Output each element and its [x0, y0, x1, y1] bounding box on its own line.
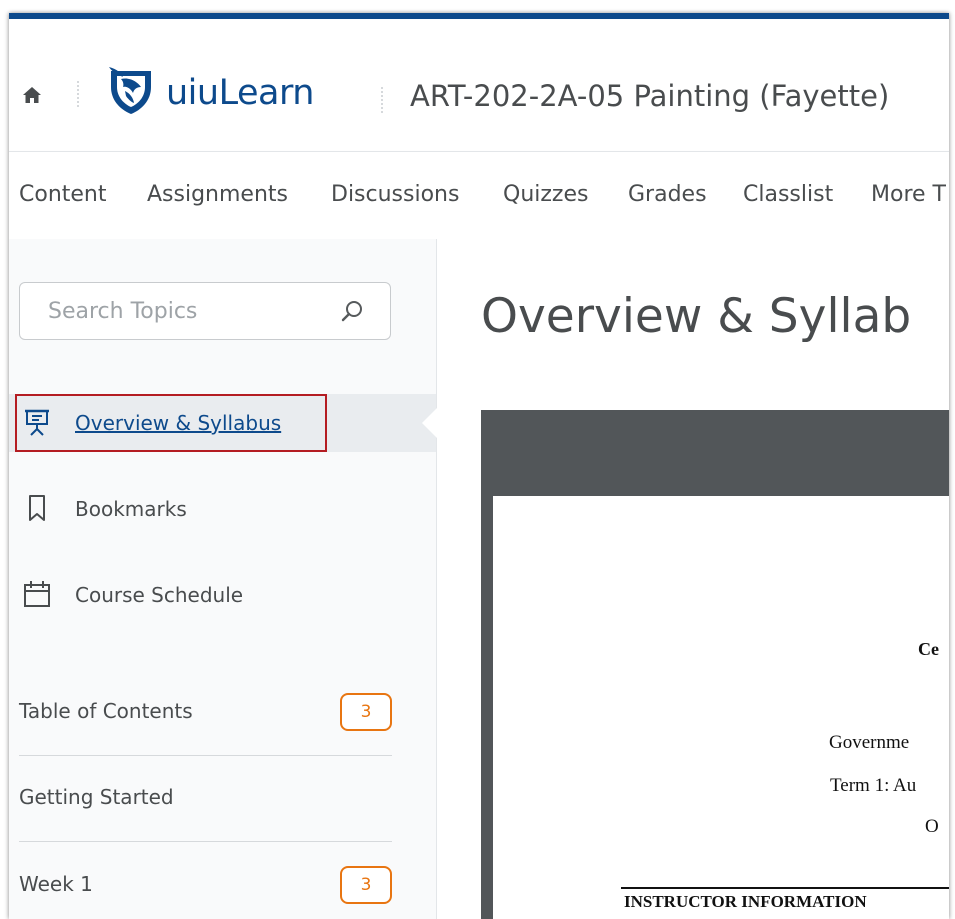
sidebar-item-label: Course Schedule [75, 583, 244, 607]
logo-text[interactable]: uiuLearn [166, 73, 314, 113]
module-getting-started[interactable]: Getting Started [19, 755, 392, 842]
doc-text-line: Governme [829, 732, 910, 753]
course-navbar: Content Assignments Discussions Quizzes … [9, 151, 949, 240]
module-label: Week 1 [19, 872, 93, 896]
doc-text-line: Ce [918, 639, 939, 659]
nav-grades[interactable]: Grades [628, 182, 707, 207]
header: uiuLearn ART-202-2A-05 Painting (Fayette… [9, 19, 949, 151]
doc-text-line: O [925, 816, 939, 837]
sidebar-item-bookmarks[interactable]: Bookmarks [9, 480, 436, 538]
page-title: Overview & Syllab [481, 289, 912, 344]
presentation-icon [25, 409, 49, 436]
calendar-icon [24, 581, 50, 607]
home-icon[interactable] [22, 85, 42, 105]
course-title[interactable]: ART-202-2A-05 Painting (Fayette) [410, 79, 889, 113]
doc-text-line: Term 1: Au [830, 775, 917, 796]
header-divider [381, 87, 384, 113]
search-placeholder: Search Topics [48, 299, 198, 324]
sidebar-item-overview-syllabus[interactable]: Overview & Syllabus [9, 394, 437, 452]
bookmark-icon [29, 495, 45, 521]
main-content: Overview & Syllab Ce Governme Term 1: Au… [437, 239, 949, 919]
sidebar-item-label: Overview & Syllabus [75, 411, 282, 435]
module-label: Getting Started [19, 785, 174, 809]
nav-classlist[interactable]: Classlist [743, 182, 833, 207]
sidebar-item-label: Bookmarks [75, 497, 187, 521]
doc-section-heading: INSTRUCTOR INFORMATION [624, 892, 867, 911]
nav-quizzes[interactable]: Quizzes [503, 182, 588, 207]
shield-logo-icon[interactable] [107, 65, 155, 115]
count-badge: 3 [340, 693, 392, 731]
header-divider [77, 81, 80, 107]
nav-more-tools[interactable]: More T [871, 182, 946, 207]
content-sidebar: Search Topics Overview & Syllabus Bookma… [9, 239, 437, 919]
search-input[interactable]: Search Topics [19, 282, 391, 340]
active-indicator [422, 408, 437, 438]
nav-discussions[interactable]: Discussions [331, 182, 459, 207]
module-table-of-contents[interactable]: Table of Contents 3 [19, 669, 392, 756]
count-badge: 3 [340, 866, 392, 904]
nav-assignments[interactable]: Assignments [147, 182, 288, 207]
document-viewer[interactable]: Ce Governme Term 1: Au O INSTRUCTOR INFO… [481, 410, 949, 919]
module-label: Table of Contents [19, 699, 193, 723]
document-page[interactable]: Ce Governme Term 1: Au O INSTRUCTOR INFO… [493, 496, 949, 919]
nav-content[interactable]: Content [19, 182, 107, 207]
sidebar-item-course-schedule[interactable]: Course Schedule [9, 566, 436, 624]
app-frame: uiuLearn ART-202-2A-05 Painting (Fayette… [9, 13, 949, 919]
search-icon[interactable] [340, 299, 364, 323]
module-week-1[interactable]: Week 1 3 [19, 842, 392, 919]
doc-divider [621, 887, 949, 889]
